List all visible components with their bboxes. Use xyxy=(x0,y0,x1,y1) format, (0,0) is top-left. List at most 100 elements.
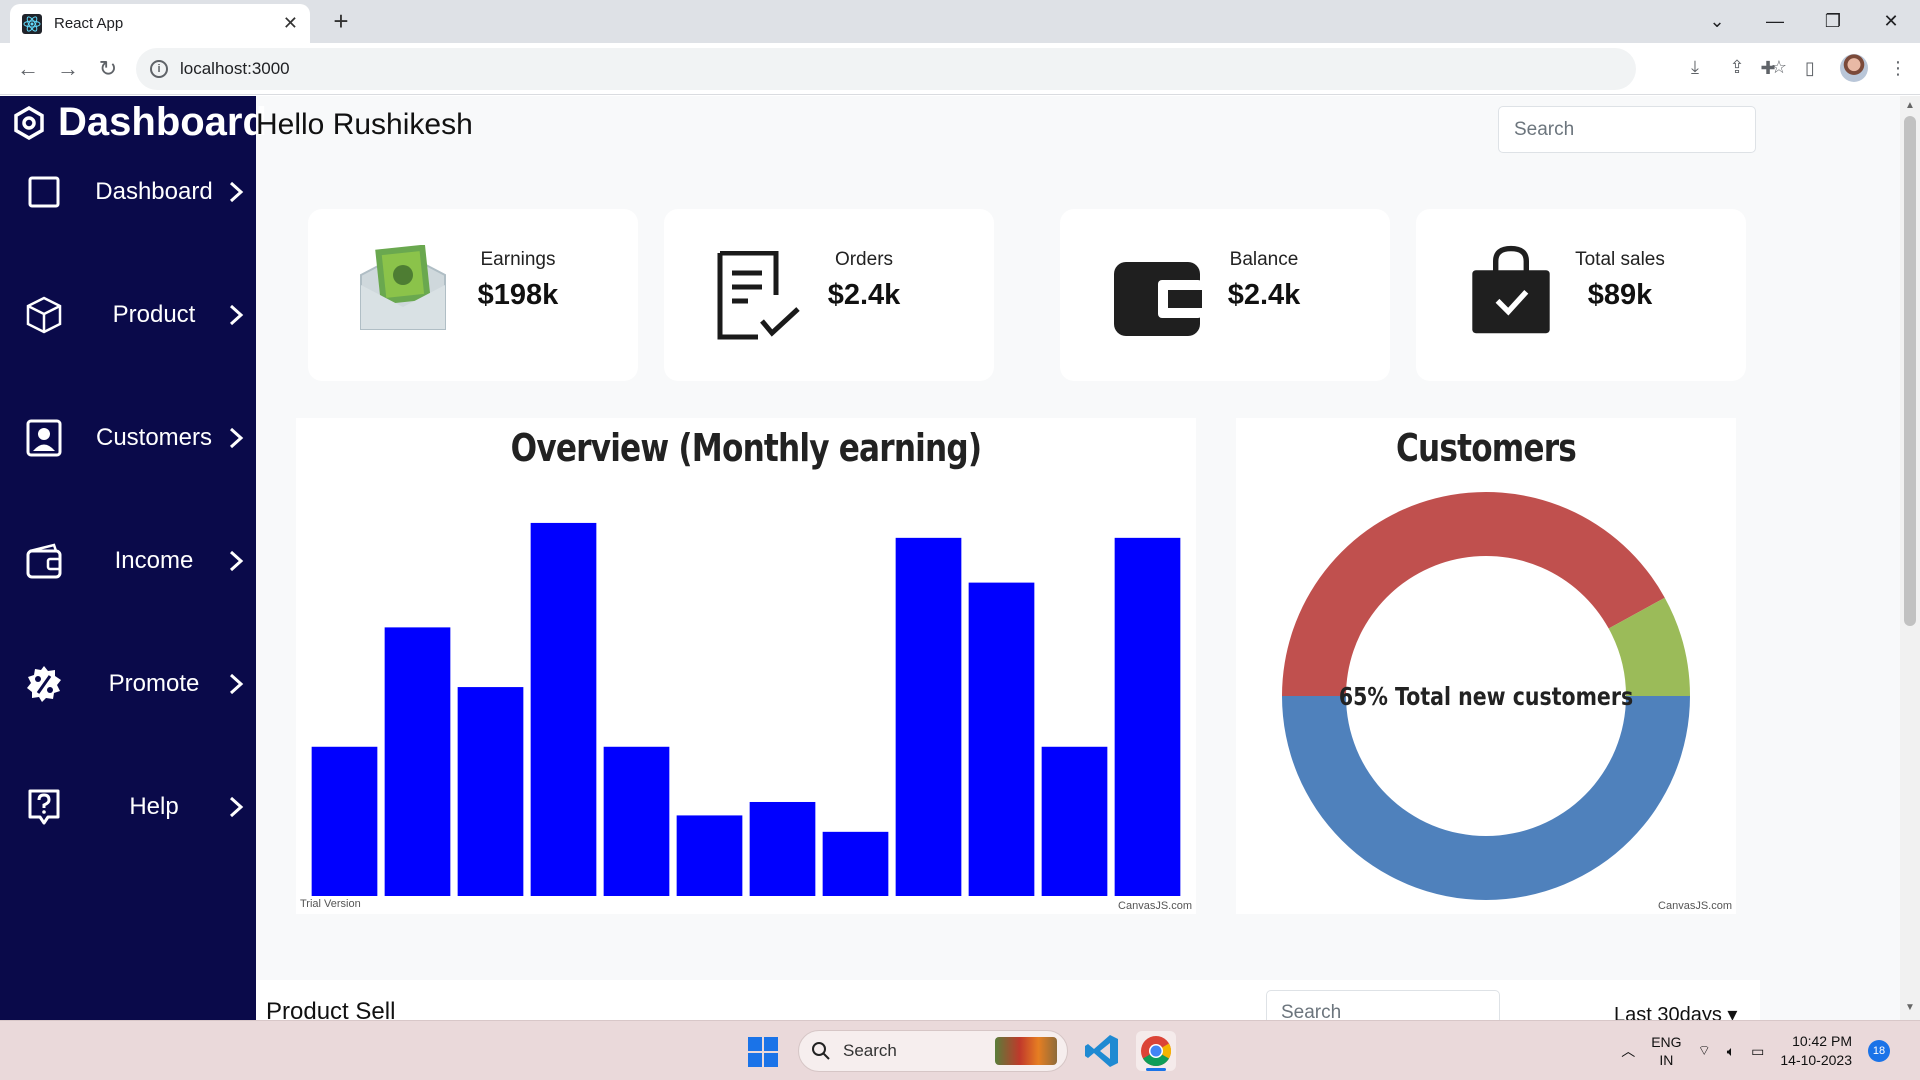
forward-icon[interactable]: → xyxy=(54,55,82,83)
bar[interactable] xyxy=(457,687,524,896)
window-controls: ⌄ — ❐ ✕ xyxy=(1688,0,1920,43)
brand: Dashboard xyxy=(12,100,267,145)
bar-chart-svg xyxy=(311,522,1181,896)
stat-card-orders: Orders $2.4k xyxy=(664,209,994,381)
restore-button[interactable]: ❐ xyxy=(1804,0,1862,43)
search-highlight-image xyxy=(995,1037,1057,1065)
site-info-icon[interactable]: i xyxy=(150,60,168,78)
main-content: Hello Rushikesh Earnings $198k xyxy=(256,96,1774,1020)
profile-avatar[interactable] xyxy=(1840,54,1868,82)
sidebar-item-customers[interactable]: Customers xyxy=(0,408,256,468)
windows-start-icon[interactable] xyxy=(748,1037,778,1067)
vscode-icon[interactable] xyxy=(1082,1031,1122,1071)
product-sell-panel: Product Sell Last 30days ▾ xyxy=(256,980,1760,1020)
bar[interactable] xyxy=(1041,746,1108,896)
help-icon xyxy=(28,789,60,825)
bar[interactable] xyxy=(895,537,962,896)
chevron-right-icon xyxy=(229,796,244,818)
close-tab-icon[interactable]: ✕ xyxy=(283,13,298,34)
canvasjs-credit[interactable]: CanvasJS.com xyxy=(1118,900,1192,912)
bar[interactable] xyxy=(530,522,597,896)
bar[interactable] xyxy=(384,627,451,896)
stat-card-earnings: Earnings $198k xyxy=(308,209,638,381)
product-search-input[interactable] xyxy=(1266,990,1500,1020)
sidebar-item-dashboard[interactable]: Dashboard xyxy=(0,162,256,222)
wifi-icon[interactable]: ⌔ xyxy=(1698,1042,1711,1060)
sidebar-item-label: Product xyxy=(112,301,196,328)
bar[interactable] xyxy=(1114,537,1181,896)
stat-value: $198k xyxy=(477,279,559,311)
stat-value: $2.4k xyxy=(1227,279,1301,311)
new-tab-button[interactable]: + xyxy=(325,6,357,38)
sidebar-item-income[interactable]: Income xyxy=(0,531,256,591)
close-window-button[interactable]: ✕ xyxy=(1862,0,1920,43)
address-bar[interactable]: i localhost:3000 xyxy=(136,48,1636,90)
sidebar: Dashboard Dashboard Product Customers In… xyxy=(0,96,267,1020)
sidebar-item-promote[interactable]: Promote xyxy=(0,654,256,714)
browser-tab-strip: React App ✕ + ⌄ — ❐ ✕ xyxy=(0,0,1920,43)
brand-title: Dashboard xyxy=(58,100,267,144)
stat-label: Balance xyxy=(1229,249,1299,270)
search-icon xyxy=(812,1042,830,1060)
menu-kebab-icon[interactable]: ⋮ xyxy=(1886,56,1910,80)
scroll-thumb[interactable] xyxy=(1904,116,1916,626)
customers-chart: Customers 65% Total new customers Canvas… xyxy=(1236,418,1736,914)
sidebar-item-product[interactable]: Product xyxy=(0,285,256,345)
bar[interactable] xyxy=(968,582,1035,896)
sidebar-item-help[interactable]: Help xyxy=(0,777,256,837)
share-icon[interactable]: ⇪ xyxy=(1726,56,1748,78)
battery-icon[interactable]: ▭ xyxy=(1751,1043,1764,1060)
chevron-up-icon[interactable]: ︿ xyxy=(1621,1041,1635,1061)
browser-tab[interactable]: React App ✕ xyxy=(10,4,310,43)
clock[interactable]: 10:42 PM 14-10-2023 xyxy=(1780,1032,1852,1070)
tab-search-icon[interactable]: ⌄ xyxy=(1688,0,1746,43)
bar[interactable] xyxy=(311,746,378,896)
taskbar-search[interactable]: Search xyxy=(798,1030,1068,1072)
language-indicator[interactable]: ENG IN xyxy=(1651,1033,1681,1069)
canvasjs-credit[interactable]: CanvasJS.com xyxy=(1658,900,1732,912)
side-panel-icon[interactable]: ▯ xyxy=(1798,56,1822,80)
donut-slice[interactable] xyxy=(1282,491,1665,696)
scroll-down-icon[interactable]: ▼ xyxy=(1904,1002,1916,1014)
region-code: IN xyxy=(1659,1052,1674,1068)
sidebar-item-label: Dashboard xyxy=(95,178,213,205)
trial-version-label: Trial Version xyxy=(300,898,361,910)
discount-badge-icon xyxy=(27,666,61,702)
chevron-right-icon xyxy=(229,181,244,203)
stat-value: $89k xyxy=(1587,279,1653,311)
stat-card-total-sales: Total sales $89k xyxy=(1416,209,1746,381)
extensions-icon[interactable]: ✚ xyxy=(1756,56,1780,80)
search-input[interactable] xyxy=(1498,106,1756,153)
chevron-right-icon xyxy=(229,673,244,695)
sidebar-item-label: Customers xyxy=(95,424,213,451)
greeting: Hello Rushikesh xyxy=(256,108,473,141)
person-badge-icon xyxy=(26,419,62,457)
stat-value: $2.4k xyxy=(827,279,901,311)
bar[interactable] xyxy=(676,815,743,896)
browser-toolbar: ← → ↻ i localhost:3000 ⤓ ⇪ ☆ ✚ ▯ ⋮ xyxy=(0,43,1920,95)
volume-icon[interactable]: 🔈︎ xyxy=(1727,1043,1735,1060)
bar[interactable] xyxy=(749,801,816,896)
back-icon[interactable]: ← xyxy=(14,55,42,83)
stat-card-balance: Balance $2.4k xyxy=(1060,209,1390,381)
chevron-right-icon xyxy=(229,550,244,572)
clipboard-check-icon xyxy=(717,251,800,340)
bar[interactable] xyxy=(822,831,889,896)
sidebar-item-label: Promote xyxy=(108,670,200,697)
minimize-button[interactable]: — xyxy=(1746,0,1804,43)
date-range-dropdown[interactable]: Last 30days ▾ xyxy=(1614,1002,1737,1020)
wallet-icon xyxy=(1114,262,1202,336)
chrome-icon[interactable] xyxy=(1136,1031,1176,1071)
reload-icon[interactable]: ↻ xyxy=(94,55,122,83)
clock-date: 14-10-2023 xyxy=(1780,1052,1852,1068)
scroll-up-icon[interactable]: ▲ xyxy=(1904,100,1916,112)
notification-badge[interactable]: 18 xyxy=(1868,1040,1890,1062)
language-code: ENG xyxy=(1651,1034,1682,1050)
money-envelope-icon xyxy=(360,245,446,330)
install-icon[interactable]: ⤓ xyxy=(1684,56,1706,78)
page-scrollbar[interactable]: ▲ ▼ xyxy=(1900,96,1920,1020)
chevron-right-icon xyxy=(229,427,244,449)
bar[interactable] xyxy=(603,746,670,896)
donut-slice[interactable] xyxy=(1282,696,1690,900)
hexagon-logo-icon xyxy=(14,105,44,140)
